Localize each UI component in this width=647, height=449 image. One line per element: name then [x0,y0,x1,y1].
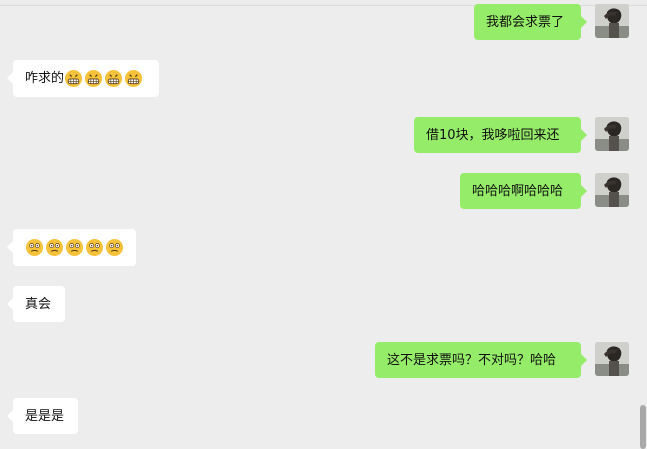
self-avatar[interactable] [595,117,629,151]
dizzy-face-emoji [85,238,104,257]
self-avatar[interactable] [595,4,629,38]
grinning-teeth-emoji [104,69,123,88]
emoji-group [64,69,144,88]
message-bubble-sent[interactable]: 这不是求票吗？不对吗？哈哈 [375,342,587,378]
message-bubble-sent[interactable]: 我都会求票了 [474,4,587,40]
message-bubble-received[interactable] [7,229,136,266]
message-bubble-sent[interactable]: 借10块，我哆啦回来还 [414,117,587,153]
message-text: 我都会求票了 [486,14,565,30]
self-avatar[interactable] [595,173,629,207]
grinning-teeth-emoji [64,69,83,88]
message-text: 咋求的 [25,71,65,86]
message-bubble-received[interactable]: 是是是 [7,398,78,434]
message-text: 真会 [25,296,52,312]
chat-scrollbar[interactable] [640,405,646,449]
dizzy-face-emoji [105,238,124,257]
message-text: 这不是求票吗？不对吗？哈哈 [387,352,557,368]
grinning-teeth-emoji [124,69,143,88]
message-text: 哈哈哈啊哈哈哈 [472,183,564,199]
emoji-group [25,238,125,257]
self-avatar[interactable] [595,342,629,376]
message-bubble-sent[interactable]: 哈哈哈啊哈哈哈 [460,173,587,209]
grinning-teeth-emoji [84,69,103,88]
message-text: 是是是 [25,408,65,424]
dizzy-face-emoji [65,238,84,257]
dizzy-face-emoji [45,238,64,257]
message-text: 借10块，我哆啦回来还 [426,127,560,143]
message-bubble-received[interactable]: 真会 [7,286,65,322]
message-bubble-received[interactable]: 咋求的 [7,60,159,97]
dizzy-face-emoji [25,238,44,257]
